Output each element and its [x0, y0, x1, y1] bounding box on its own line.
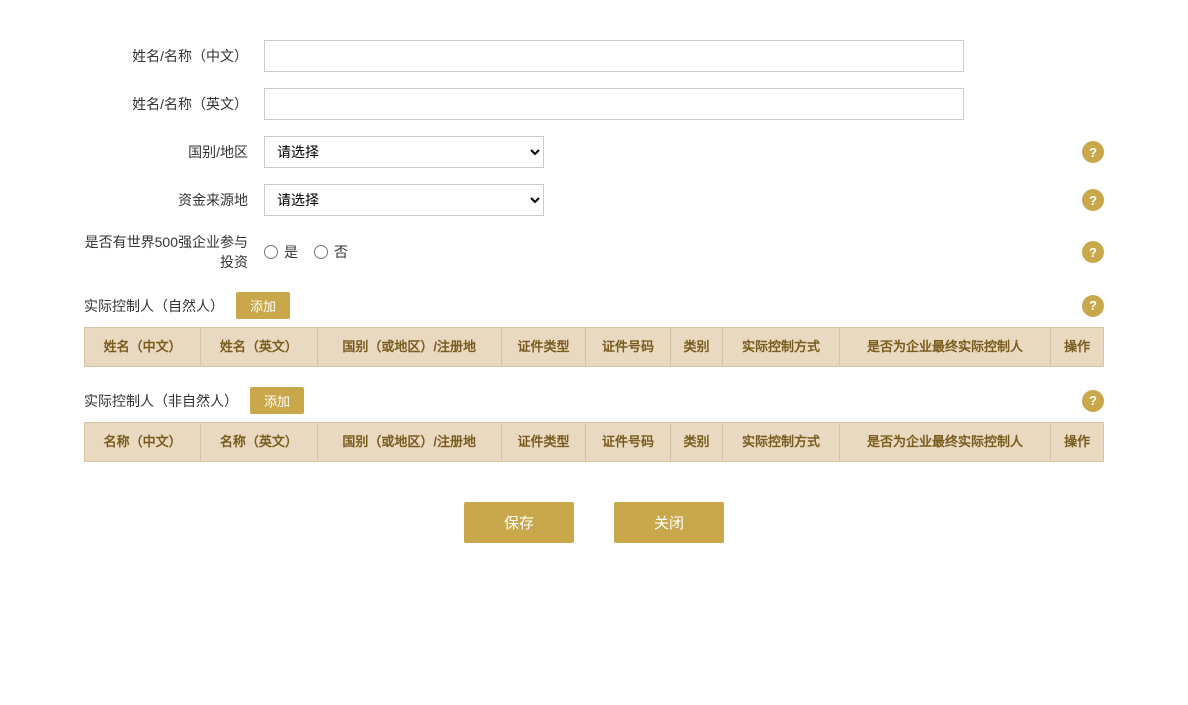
fund-source-row: 资金来源地 请选择 ?	[84, 184, 1104, 216]
nnp-col-country: 国别（或地区）/注册地	[317, 423, 501, 462]
non-natural-person-thead: 名称（中文） 名称（英文） 国别（或地区）/注册地 证件类型 证件号码 类别 实…	[85, 423, 1104, 462]
nnp-col-cert-no: 证件号码	[586, 423, 670, 462]
natural-person-header-row: 姓名（中文） 姓名（英文） 国别（或地区）/注册地 证件类型 证件号码 类别 实…	[85, 328, 1104, 367]
fortune500-yes-label: 是	[284, 242, 298, 262]
np-col-name-cn: 姓名（中文）	[85, 328, 201, 367]
fund-source-help-icon[interactable]: ?	[1082, 189, 1104, 211]
non-natural-person-help-col: ?	[1064, 390, 1104, 412]
name-cn-input[interactable]	[264, 40, 964, 72]
name-en-input[interactable]	[264, 88, 964, 120]
np-col-operation: 操作	[1051, 328, 1104, 367]
name-cn-row: 姓名/名称（中文）	[84, 40, 1104, 72]
natural-person-section: 实际控制人（自然人） 添加 ? 姓名（中文） 姓名（英文） 国别（或地区）/注册…	[84, 292, 1104, 367]
nnp-col-operation: 操作	[1051, 423, 1104, 462]
nnp-col-name-en: 名称（英文）	[201, 423, 317, 462]
np-col-cert-type: 证件类型	[501, 328, 585, 367]
nnp-col-cert-type: 证件类型	[501, 423, 585, 462]
nnp-col-category: 类别	[670, 423, 723, 462]
fortune500-no-label: 否	[334, 242, 348, 262]
natural-person-title: 实际控制人（自然人）	[84, 296, 224, 316]
fortune500-row: 是否有世界500强企业参与投资 是 否 ?	[84, 232, 1104, 272]
fortune500-no[interactable]: 否	[314, 242, 348, 262]
nnp-col-name-cn: 名称（中文）	[85, 423, 201, 462]
non-natural-person-table: 名称（中文） 名称（英文） 国别（或地区）/注册地 证件类型 证件号码 类别 实…	[84, 422, 1104, 462]
fund-source-label: 资金来源地	[84, 190, 264, 210]
country-help-col: ?	[1064, 141, 1104, 163]
np-col-country: 国别（或地区）/注册地	[317, 328, 501, 367]
fortune500-label: 是否有世界500强企业参与投资	[84, 232, 264, 272]
non-natural-person-title: 实际控制人（非自然人）	[84, 391, 238, 411]
name-cn-label: 姓名/名称（中文）	[84, 46, 264, 66]
fortune500-yes-radio[interactable]	[264, 245, 278, 259]
country-select[interactable]: 请选择	[264, 136, 544, 168]
country-help-icon[interactable]: ?	[1082, 141, 1104, 163]
save-button[interactable]: 保存	[464, 502, 574, 543]
non-natural-person-section: 实际控制人（非自然人） 添加 ? 名称（中文） 名称（英文） 国别（或地区）/注…	[84, 387, 1104, 462]
np-col-name-en: 姓名（英文）	[201, 328, 317, 367]
nnp-col-control-method: 实际控制方式	[723, 423, 839, 462]
fortune500-help-col: ?	[1064, 241, 1104, 263]
fortune500-help-icon[interactable]: ?	[1082, 241, 1104, 263]
natural-person-table: 姓名（中文） 姓名（英文） 国别（或地区）/注册地 证件类型 证件号码 类别 实…	[84, 327, 1104, 367]
name-cn-inner: 姓名/名称（中文）	[84, 40, 1104, 72]
non-natural-person-add-button[interactable]: 添加	[250, 387, 304, 414]
natural-person-help-icon[interactable]: ?	[1082, 295, 1104, 317]
np-col-control-method: 实际控制方式	[723, 328, 839, 367]
close-button[interactable]: 关闭	[614, 502, 724, 543]
country-inner: 国别/地区 请选择	[84, 136, 1064, 168]
fund-source-select[interactable]: 请选择	[264, 184, 544, 216]
fortune500-yes[interactable]: 是	[264, 242, 298, 262]
fortune500-inner: 是否有世界500强企业参与投资 是 否	[84, 232, 1064, 272]
nnp-col-is-final-controller: 是否为企业最终实际控制人	[839, 423, 1051, 462]
form-section: 姓名/名称（中文） 姓名/名称（英文） 国别/地区 请选择 ?	[84, 40, 1104, 272]
natural-person-thead: 姓名（中文） 姓名（英文） 国别（或地区）/注册地 证件类型 证件号码 类别 实…	[85, 328, 1104, 367]
fortune500-radio-group: 是 否	[264, 242, 348, 262]
country-row: 国别/地区 请选择 ?	[84, 136, 1104, 168]
name-en-inner: 姓名/名称（英文）	[84, 88, 1104, 120]
page-container: 姓名/名称（中文） 姓名/名称（英文） 国别/地区 请选择 ?	[44, 20, 1144, 583]
np-col-is-final-controller: 是否为企业最终实际控制人	[839, 328, 1051, 367]
natural-person-add-button[interactable]: 添加	[236, 292, 290, 319]
np-col-cert-no: 证件号码	[586, 328, 670, 367]
country-label: 国别/地区	[84, 142, 264, 162]
name-en-row: 姓名/名称（英文）	[84, 88, 1104, 120]
non-natural-person-help-icon[interactable]: ?	[1082, 390, 1104, 412]
bottom-buttons: 保存 关闭	[84, 502, 1104, 543]
non-natural-person-header: 实际控制人（非自然人） 添加 ?	[84, 387, 1104, 414]
fortune500-no-radio[interactable]	[314, 245, 328, 259]
np-col-category: 类别	[670, 328, 723, 367]
non-natural-person-header-row: 名称（中文） 名称（英文） 国别（或地区）/注册地 证件类型 证件号码 类别 实…	[85, 423, 1104, 462]
natural-person-help-col: ?	[1064, 295, 1104, 317]
name-en-label: 姓名/名称（英文）	[84, 94, 264, 114]
natural-person-header: 实际控制人（自然人） 添加 ?	[84, 292, 1104, 319]
fund-source-help-col: ?	[1064, 189, 1104, 211]
fund-source-inner: 资金来源地 请选择	[84, 184, 1064, 216]
